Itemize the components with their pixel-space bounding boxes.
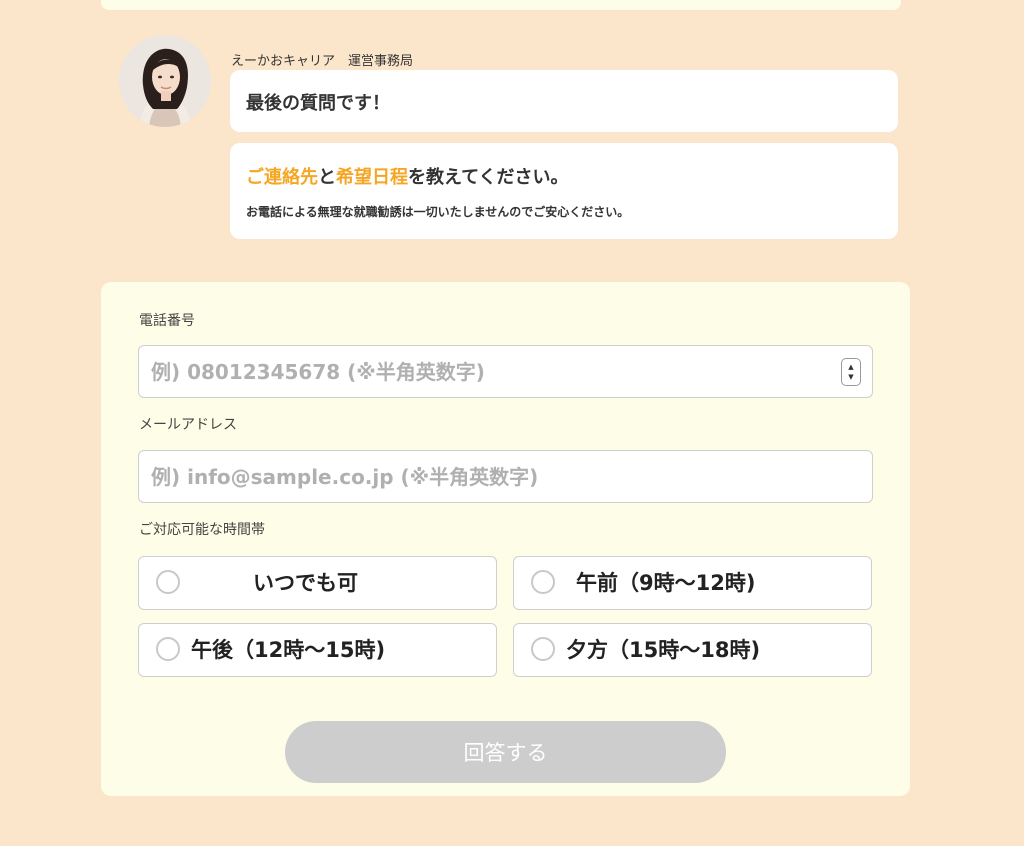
- sender-name: えーかおキャリア 運営事務局: [231, 54, 414, 69]
- time-option-anytime[interactable]: いつでも可: [138, 556, 497, 610]
- email-label: メールアドレス: [139, 417, 237, 433]
- chevron-down-icon[interactable]: ▼: [848, 372, 853, 382]
- radio-circle-icon[interactable]: [156, 570, 180, 594]
- time-option-afternoon[interactable]: 午後（12時〜15時): [138, 623, 497, 677]
- time-option-morning[interactable]: 午前（9時〜12時): [513, 556, 872, 610]
- radio-circle-icon[interactable]: [156, 637, 180, 661]
- chevron-up-icon[interactable]: ▲: [848, 362, 853, 372]
- contact-form: 電話番号 ▲ ▼ メールアドレス ご対応可能な時間帯 いつでも可 午前（9時〜1…: [101, 282, 910, 796]
- avatar: [119, 35, 211, 127]
- phone-label: 電話番号: [139, 313, 195, 329]
- time-label: ご対応可能な時間帯: [139, 522, 265, 538]
- highlight-schedule: 希望日程: [336, 167, 408, 188]
- message-tail: を教えてください。: [408, 167, 569, 188]
- time-option-label: いつでも可: [253, 571, 358, 595]
- time-option-label: 午前（9時〜12時): [576, 571, 756, 595]
- chat-bubble-instructions: ご連絡先と希望日程を教えてください。 お電話による無理な就職勧誘は一切いたしませ…: [230, 143, 898, 239]
- time-option-label: 午後（12時〜15時): [191, 638, 386, 662]
- time-option-label: 夕方（15時〜18時): [566, 638, 761, 662]
- reassurance-note: お電話による無理な就職勧誘は一切いたしませんのでご安心ください。: [246, 205, 630, 219]
- highlight-contact: ご連絡先: [246, 167, 318, 188]
- chat-bubble-question: 最後の質問です！: [230, 70, 898, 132]
- chat-message-final-question: 最後の質問です！: [246, 93, 390, 114]
- radio-circle-icon[interactable]: [531, 637, 555, 661]
- email-input[interactable]: [138, 450, 873, 503]
- chat-message-instructions: ご連絡先と希望日程を教えてください。: [246, 163, 882, 189]
- phone-input[interactable]: [138, 345, 873, 398]
- message-connector: と: [318, 167, 336, 188]
- previous-message-card: [101, 0, 901, 10]
- radio-circle-icon[interactable]: [531, 570, 555, 594]
- time-option-evening[interactable]: 夕方（15時〜18時): [513, 623, 872, 677]
- page: えーかおキャリア 運営事務局 最後の質問です！ ご連絡先と希望日程を教えてくださ…: [0, 0, 1024, 846]
- submit-button[interactable]: 回答する: [285, 721, 726, 783]
- phone-stepper[interactable]: ▲ ▼: [841, 358, 861, 386]
